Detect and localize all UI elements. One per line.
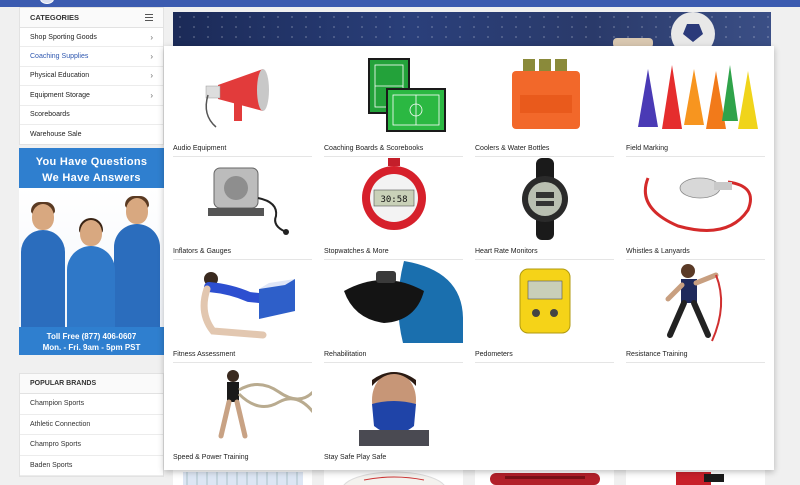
site-logo[interactable] [40,0,54,4]
product-peek [324,470,463,485]
subcategory-label: Speed & Power Training [173,454,249,461]
subcategory-coaching-boards[interactable]: Coaching Boards & Scorebooks [324,53,463,157]
stopwatch-icon: 30:58 [324,156,463,241]
subcategory-label: Field Marking [626,145,669,152]
subcategory-speed-power-training[interactable]: Speed & Power Training [173,362,312,465]
promo-phone: Toll Free (877) 406-0607 [46,332,137,341]
subcategory-label: Stay Safe Play Safe [324,454,387,461]
subcategory-label: Whistles & Lanyards [626,248,690,255]
popular-brands-panel: POPULAR BRANDS Champion Sports Athletic … [19,373,164,477]
product-peek [475,470,614,485]
face-mask-icon [324,362,463,447]
subcategory-label: Rehabilitation [324,351,367,358]
category-label: Scoreboards [30,111,70,119]
category-physical-education[interactable]: Physical Education › [20,67,163,87]
subcategory-stopwatches[interactable]: 30:58 Stopwatches & More [324,156,463,260]
product-peek [173,470,312,485]
category-label: Equipment Storage [30,91,90,99]
subcategory-label: Audio Equipment [173,145,227,152]
subcategory-field-marking[interactable]: Field Marking [626,53,765,157]
category-label: Coaching Supplies [30,53,89,61]
top-nav-bar [0,0,800,7]
subcategory-label: Stopwatches & More [324,248,389,255]
subcategory-label: Resistance Training [626,351,688,358]
support-team-photo [19,188,164,330]
subcategory-rehabilitation[interactable]: Rehabilitation [324,259,463,363]
subcategory-resistance-training[interactable]: Resistance Training [626,259,765,363]
subcategory-whistles-lanyards[interactable]: Whistles & Lanyards [626,156,765,260]
chevron-right-icon: › [150,52,153,62]
categories-title: CATEGORIES [30,13,80,22]
subcategory-fitness-assessment[interactable]: Fitness Assessment [173,259,312,363]
subcategory-label: Fitness Assessment [173,351,236,358]
brand-link[interactable]: Champro Sports [20,435,163,456]
customer-service-banner[interactable]: You Have Questions We Have Answers Toll … [19,148,164,355]
subcategory-label: Pedometers [475,351,513,358]
subcategory-stay-safe-play-safe[interactable]: Stay Safe Play Safe [324,362,463,465]
water-bottle-carrier-icon [475,53,614,138]
subcategory-inflators-gauges[interactable]: Inflators & Gauges [173,156,312,260]
sit-and-reach-icon [173,259,312,344]
product-peek [626,470,765,485]
whistle-icon [626,156,765,241]
coaching-supplies-mega-menu: Audio Equipment Coaching Boards & Scoreb… [164,46,774,470]
brand-link[interactable]: Champion Sports [20,394,163,415]
subcategory-label: Inflators & Gauges [173,248,231,255]
category-label: Shop Sporting Goods [30,33,97,41]
category-label: Warehouse Sale [30,131,82,139]
brand-link[interactable]: Athletic Connection [20,414,163,435]
ice-bag-icon [324,259,463,344]
megaphone-icon [173,53,312,138]
promo-title-line-2: We Have Answers [42,172,141,184]
chevron-right-icon: › [150,32,153,42]
subcategory-label: Coolers & Water Bottles [475,145,550,152]
brand-link[interactable]: Baden Sports [20,455,163,476]
battle-rope-icon [173,362,312,447]
category-coaching-supplies[interactable]: Coaching Supplies › [20,47,163,67]
resistance-band-icon [626,259,765,344]
promo-hours: Mon. - Fri. 9am - 5pm PST [42,343,141,352]
stopwatch-display: 30:58 [380,195,407,205]
chevron-right-icon: › [150,71,153,81]
promo-title-line-1: You Have Questions [35,156,148,168]
coaching-board-icon [324,53,463,138]
list-icon[interactable] [145,13,153,22]
air-compressor-icon [173,156,312,241]
subcategory-coolers-water-bottles[interactable]: Coolers & Water Bottles [475,53,614,157]
subcategory-label: Heart Rate Monitors [475,248,538,255]
chevron-right-icon: › [150,90,153,100]
subcategory-pedometers[interactable]: Pedometers [475,259,614,363]
categories-panel: CATEGORIES Shop Sporting Goods › Coachin… [19,7,164,146]
category-warehouse-sale[interactable]: Warehouse Sale [20,125,163,144]
category-scoreboards[interactable]: Scoreboards [20,106,163,125]
category-equipment-storage[interactable]: Equipment Storage › [20,86,163,106]
promo-title: You Have Questions We Have Answers [19,154,164,186]
subcategory-label: Coaching Boards & Scorebooks [324,145,424,152]
pedometer-icon [475,259,614,344]
subcategory-audio-equipment[interactable]: Audio Equipment [173,53,312,157]
watch-icon [475,156,614,241]
popular-brands-header: POPULAR BRANDS [20,374,163,394]
categories-header[interactable]: CATEGORIES [20,8,163,28]
cones-icon [626,53,765,138]
category-shop-sporting-goods[interactable]: Shop Sporting Goods › [20,28,163,48]
promo-contact: Toll Free (877) 406-0607 Mon. - Fri. 9am… [19,327,164,355]
category-label: Physical Education [30,72,90,80]
subcategory-heart-rate-monitors[interactable]: Heart Rate Monitors [475,156,614,260]
